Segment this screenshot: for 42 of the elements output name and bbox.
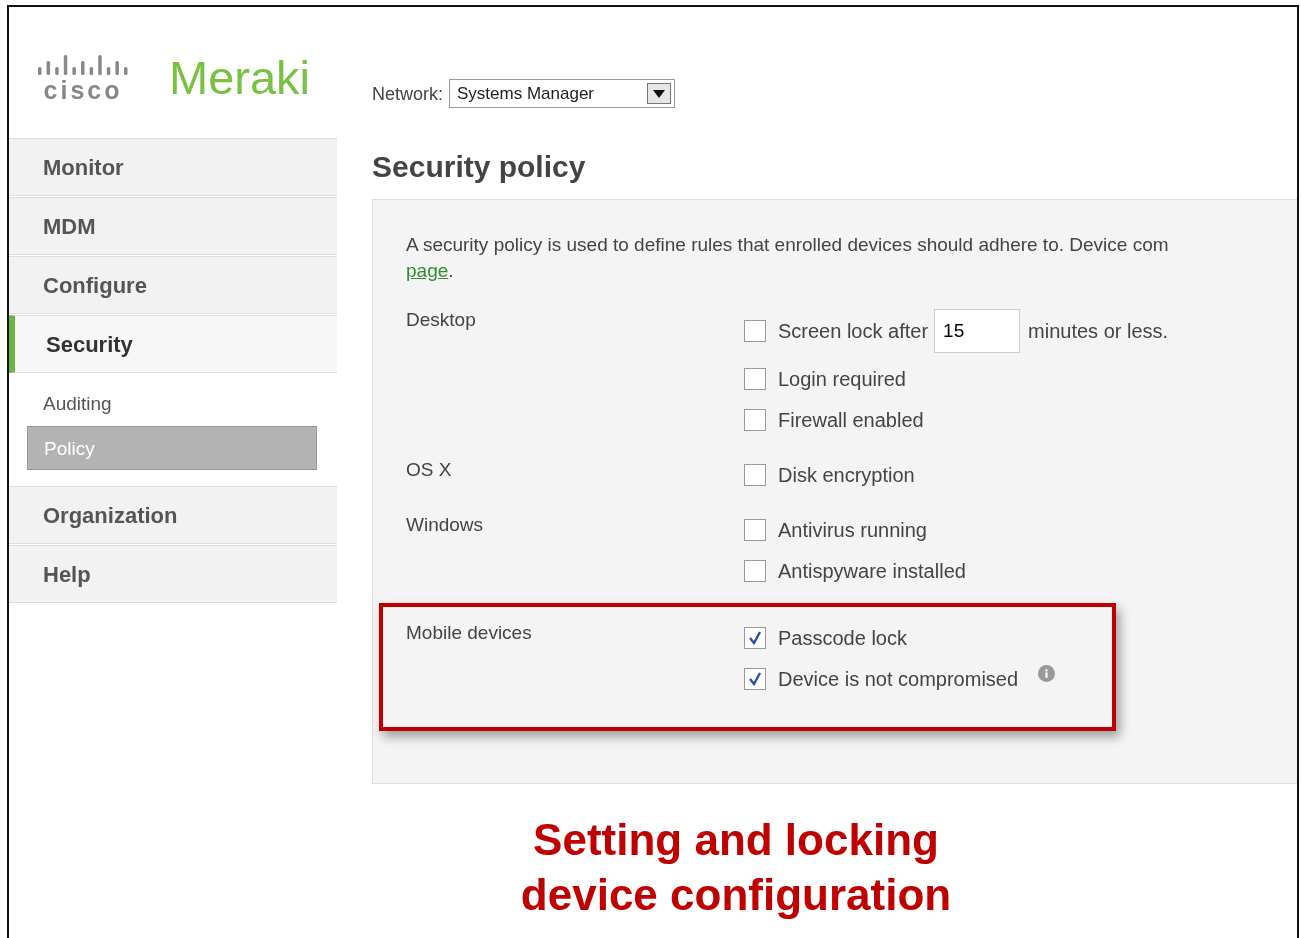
intro-text: A security policy is used to define rules that enrolled devices should adhere to. Device com page. [406, 233, 1170, 283]
option-suffix: minutes or less. [1028, 319, 1169, 344]
network-dropdown[interactable]: Systems Manager [449, 79, 675, 108]
group-label: Mobile devices [406, 621, 533, 645]
checkbox[interactable] [744, 518, 766, 541]
product-wordmark: Meraki [169, 54, 311, 101]
option-label: Passcode lock [778, 625, 907, 651]
option-label: Disk encryption [778, 462, 915, 488]
minutes-field[interactable]: 15 [934, 309, 1021, 353]
sidebar-item[interactable]: Configure [9, 256, 337, 314]
bars-icon [37, 52, 129, 78]
info-icon[interactable] [1038, 665, 1056, 682]
sidebar-item[interactable]: Organization [9, 486, 337, 544]
group-label: OS X [406, 458, 453, 482]
brand-wordmark: cisco [43, 78, 123, 103]
annotation-caption: Setting and locking device configuration [519, 814, 953, 921]
option-label: Login required [778, 366, 906, 392]
sidebar-item[interactable]: Security [9, 315, 337, 373]
group-label: Windows [406, 513, 485, 537]
option-label: Device is not compromised [778, 666, 1019, 692]
checkmark-icon [748, 630, 762, 645]
checkbox[interactable] [744, 367, 766, 390]
checkbox[interactable] [744, 667, 766, 690]
option-label: Antivirus running [778, 517, 927, 543]
option-label: Firewall enabled [778, 407, 924, 433]
checkbox[interactable] [744, 626, 766, 649]
option-label: Screen lock after [778, 319, 929, 344]
page-title: Security policy [372, 149, 587, 185]
checkbox[interactable] [744, 559, 766, 582]
group-label: Desktop [406, 308, 477, 332]
option-label: Antispyware installed [778, 558, 966, 584]
checkbox[interactable] [744, 463, 766, 486]
sidebar-item[interactable]: Monitor [9, 138, 337, 196]
checkbox[interactable] [744, 320, 766, 342]
checkmark-icon [748, 671, 762, 686]
page-link[interactable]: page [406, 260, 449, 281]
sidebar-item[interactable]: MDM [9, 197, 337, 255]
checkbox[interactable] [744, 408, 766, 431]
sidebar-item[interactable]: Help [9, 545, 337, 603]
dropdown-arrow-icon [653, 89, 665, 98]
network-label: Network: [372, 83, 443, 106]
sidebar-subitem[interactable]: Auditing [27, 382, 317, 426]
